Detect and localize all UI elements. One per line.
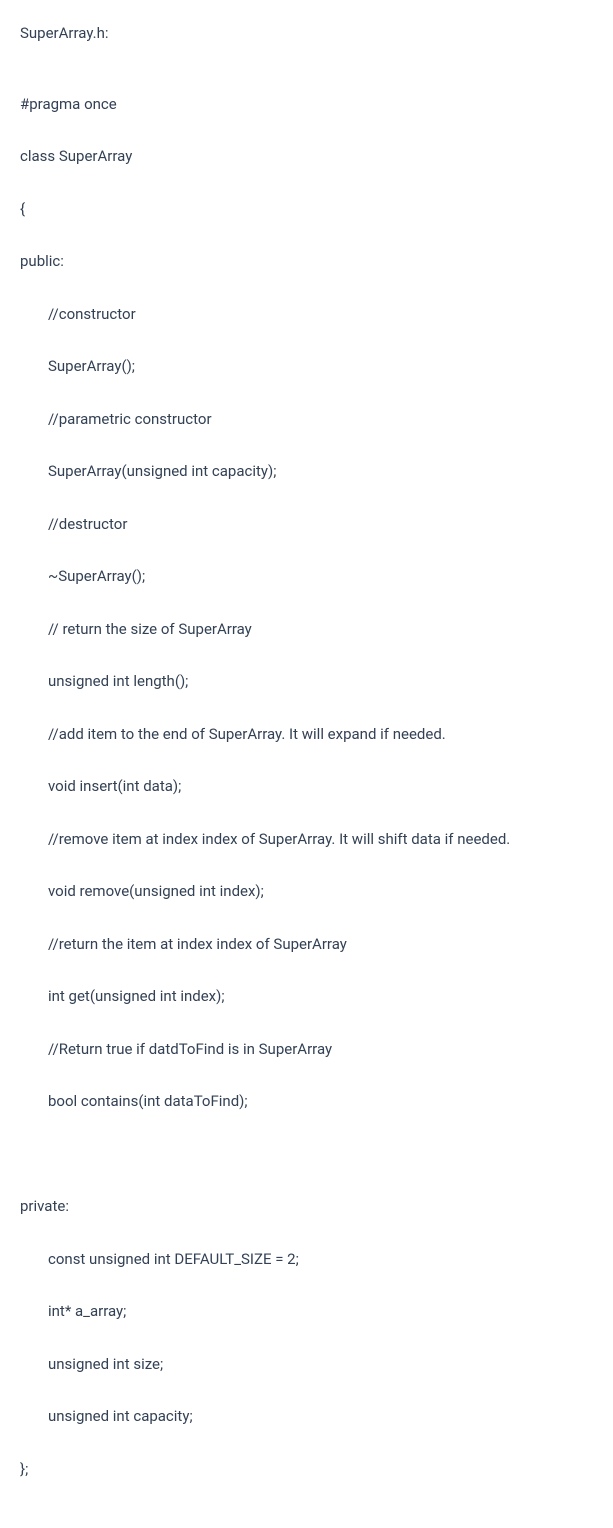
code-line: private:	[20, 1193, 593, 1219]
code-line: unsigned int length();	[20, 668, 593, 694]
code-block: #pragma once class SuperArray { public: …	[20, 64, 593, 1508]
code-line: //add item to the end of SuperArray. It …	[20, 721, 593, 747]
code-line: {	[20, 196, 593, 222]
code-line: const unsigned int DEFAULT_SIZE = 2;	[20, 1246, 593, 1272]
code-line: //parametric constructor	[20, 406, 593, 432]
code-line: };	[20, 1456, 593, 1482]
code-line: //destructor	[20, 511, 593, 537]
code-line: unsigned int capacity;	[20, 1403, 593, 1429]
code-line: //remove item at index index of SuperArr…	[20, 826, 593, 852]
code-line: bool contains(int dataToFind);	[20, 1088, 593, 1114]
code-line: SuperArray();	[20, 353, 593, 379]
code-line: #pragma once	[20, 91, 593, 117]
code-line: // return the size of SuperArray	[20, 616, 593, 642]
code-line: void remove(unsigned int index);	[20, 878, 593, 904]
code-line: //return the item at index index of Supe…	[20, 931, 593, 957]
code-line: int get(unsigned int index);	[20, 983, 593, 1009]
code-line: unsigned int size;	[20, 1351, 593, 1377]
code-line: SuperArray(unsigned int capacity);	[20, 458, 593, 484]
code-line: class SuperArray	[20, 143, 593, 169]
code-line: public:	[20, 248, 593, 274]
filename-header: SuperArray.h:	[20, 20, 593, 46]
code-line	[20, 1141, 593, 1167]
code-line: void insert(int data);	[20, 773, 593, 799]
code-line: //constructor	[20, 301, 593, 327]
code-line: //Return true if datdToFind is in SuperA…	[20, 1036, 593, 1062]
code-line: int* a_array;	[20, 1298, 593, 1324]
code-line: ~SuperArray();	[20, 563, 593, 589]
